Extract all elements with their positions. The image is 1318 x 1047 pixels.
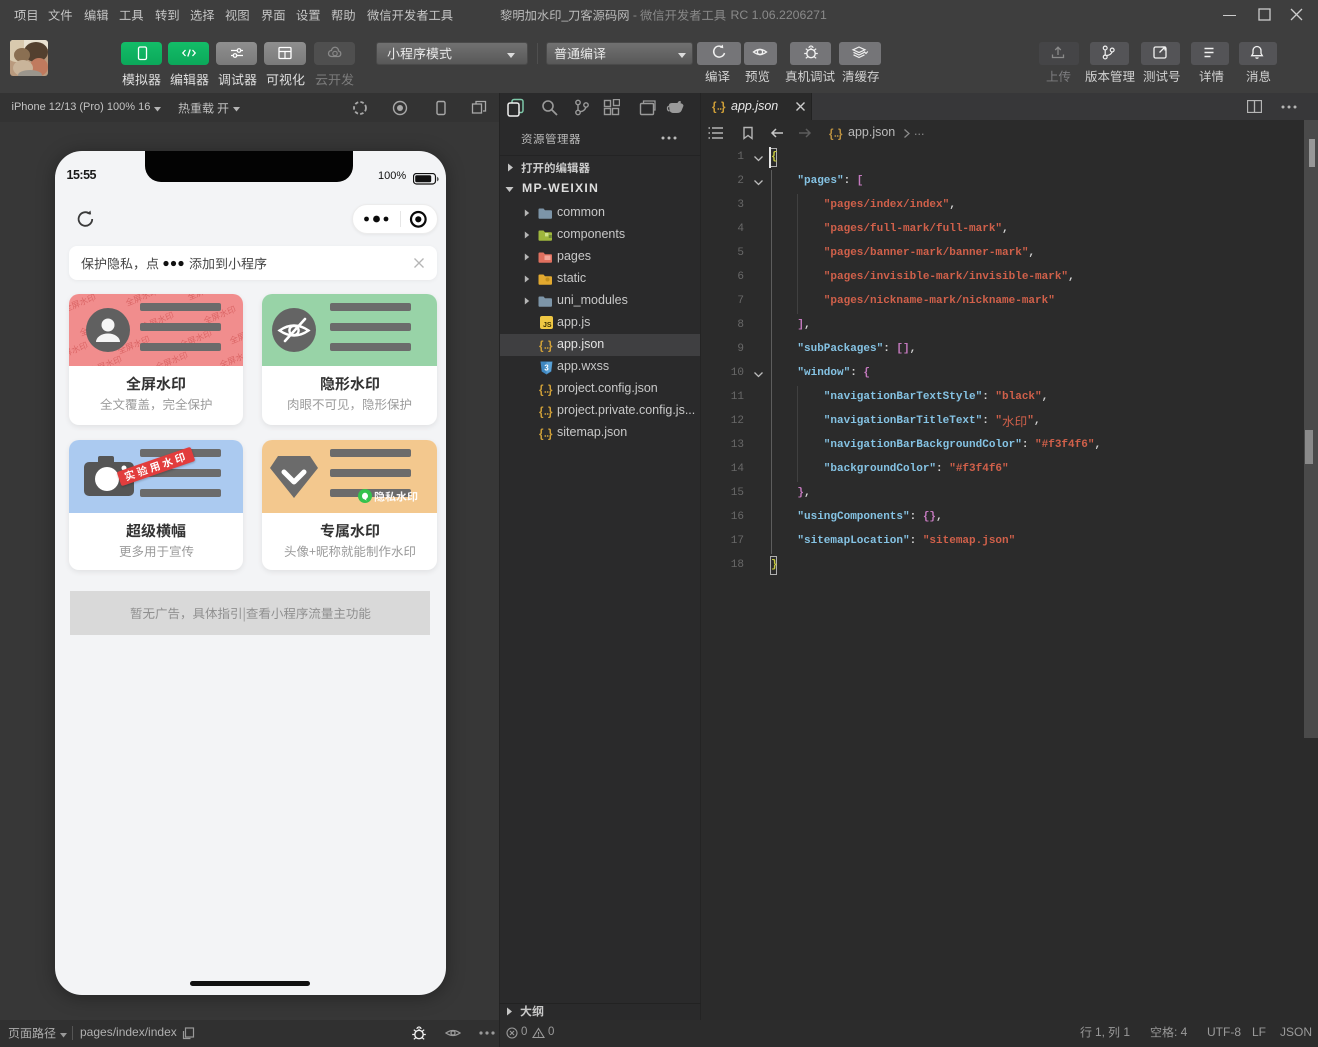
svg-text:}: } [548, 340, 553, 352]
svg-text:}: } [548, 384, 553, 396]
svg-text:JS: JS [543, 322, 552, 329]
svg-text:{: { [539, 340, 544, 352]
svg-text:}: } [721, 102, 726, 114]
svg-text:}: } [548, 428, 553, 440]
svg-text:3: 3 [544, 364, 549, 373]
svg-text:}: } [838, 128, 843, 140]
svg-text:}: } [548, 406, 553, 418]
svg-text:{: { [539, 428, 544, 440]
svg-text:{: { [712, 102, 717, 114]
svg-text:{: { [829, 128, 834, 140]
svg-text:{: { [539, 384, 544, 396]
svg-text:{: { [539, 406, 544, 418]
